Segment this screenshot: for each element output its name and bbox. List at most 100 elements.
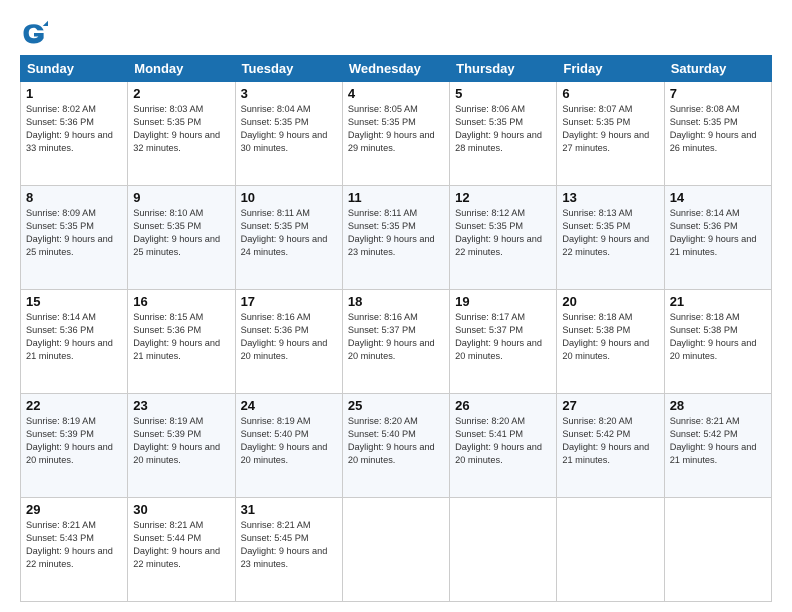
day-number: 13	[562, 190, 658, 205]
day-cell: 31 Sunrise: 8:21 AMSunset: 5:45 PMDayligh…	[235, 498, 342, 602]
day-cell: 18 Sunrise: 8:16 AMSunset: 5:37 PMDayligh…	[342, 290, 449, 394]
day-cell: 12 Sunrise: 8:12 AMSunset: 5:35 PMDayligh…	[450, 186, 557, 290]
week-row: 15 Sunrise: 8:14 AMSunset: 5:36 PMDayligh…	[21, 290, 772, 394]
day-info: Sunrise: 8:08 AMSunset: 5:35 PMDaylight:…	[670, 103, 766, 155]
day-number: 30	[133, 502, 229, 517]
day-info: Sunrise: 8:19 AMSunset: 5:39 PMDaylight:…	[133, 415, 229, 467]
day-number: 23	[133, 398, 229, 413]
day-number: 14	[670, 190, 766, 205]
week-row: 22 Sunrise: 8:19 AMSunset: 5:39 PMDayligh…	[21, 394, 772, 498]
day-cell: 10 Sunrise: 8:11 AMSunset: 5:35 PMDayligh…	[235, 186, 342, 290]
day-info: Sunrise: 8:21 AMSunset: 5:42 PMDaylight:…	[670, 415, 766, 467]
week-row: 1Sunrise: 8:02 AMSunset: 5:36 PMDaylight…	[21, 82, 772, 186]
day-number: 22	[26, 398, 122, 413]
day-number: 1	[26, 86, 122, 101]
day-number: 29	[26, 502, 122, 517]
day-cell	[557, 498, 664, 602]
day-number: 24	[241, 398, 337, 413]
day-info: Sunrise: 8:11 AMSunset: 5:35 PMDaylight:…	[241, 207, 337, 259]
day-cell	[450, 498, 557, 602]
day-number: 12	[455, 190, 551, 205]
day-info: Sunrise: 8:21 AMSunset: 5:44 PMDaylight:…	[133, 519, 229, 571]
day-cell	[664, 498, 771, 602]
day-number: 26	[455, 398, 551, 413]
day-cell: 17 Sunrise: 8:16 AMSunset: 5:36 PMDayligh…	[235, 290, 342, 394]
day-info: Sunrise: 8:14 AMSunset: 5:36 PMDaylight:…	[26, 311, 122, 363]
day-number: 18	[348, 294, 444, 309]
day-cell: 30 Sunrise: 8:21 AMSunset: 5:44 PMDayligh…	[128, 498, 235, 602]
day-number: 25	[348, 398, 444, 413]
day-number: 17	[241, 294, 337, 309]
day-number: 7	[670, 86, 766, 101]
logo-icon	[20, 19, 48, 47]
day-cell: 2 Sunrise: 8:03 AMSunset: 5:35 PMDaylight…	[128, 82, 235, 186]
page: SundayMondayTuesdayWednesdayThursdayFrid…	[0, 0, 792, 612]
day-info: Sunrise: 8:19 AMSunset: 5:39 PMDaylight:…	[26, 415, 122, 467]
header	[20, 15, 772, 47]
day-info: Sunrise: 8:19 AMSunset: 5:40 PMDaylight:…	[241, 415, 337, 467]
day-info: Sunrise: 8:11 AMSunset: 5:35 PMDaylight:…	[348, 207, 444, 259]
day-number: 6	[562, 86, 658, 101]
day-info: Sunrise: 8:14 AMSunset: 5:36 PMDaylight:…	[670, 207, 766, 259]
weekday-header: Tuesday	[235, 56, 342, 82]
week-row: 29 Sunrise: 8:21 AMSunset: 5:43 PMDayligh…	[21, 498, 772, 602]
day-cell: 23 Sunrise: 8:19 AMSunset: 5:39 PMDayligh…	[128, 394, 235, 498]
day-info: Sunrise: 8:07 AMSunset: 5:35 PMDaylight:…	[562, 103, 658, 155]
day-info: Sunrise: 8:03 AMSunset: 5:35 PMDaylight:…	[133, 103, 229, 155]
day-number: 10	[241, 190, 337, 205]
day-info: Sunrise: 8:10 AMSunset: 5:35 PMDaylight:…	[133, 207, 229, 259]
day-cell: 3Sunrise: 8:04 AMSunset: 5:35 PMDaylight…	[235, 82, 342, 186]
day-number: 5	[455, 86, 551, 101]
day-number: 15	[26, 294, 122, 309]
day-cell: 9 Sunrise: 8:10 AMSunset: 5:35 PMDaylight…	[128, 186, 235, 290]
day-cell: 5 Sunrise: 8:06 AMSunset: 5:35 PMDaylight…	[450, 82, 557, 186]
day-number: 9	[133, 190, 229, 205]
weekday-header: Friday	[557, 56, 664, 82]
logo	[20, 19, 54, 47]
day-number: 11	[348, 190, 444, 205]
day-info: Sunrise: 8:20 AMSunset: 5:42 PMDaylight:…	[562, 415, 658, 467]
day-number: 8	[26, 190, 122, 205]
day-cell: 7 Sunrise: 8:08 AMSunset: 5:35 PMDaylight…	[664, 82, 771, 186]
day-info: Sunrise: 8:16 AMSunset: 5:37 PMDaylight:…	[348, 311, 444, 363]
day-info: Sunrise: 8:21 AMSunset: 5:43 PMDaylight:…	[26, 519, 122, 571]
day-info: Sunrise: 8:06 AMSunset: 5:35 PMDaylight:…	[455, 103, 551, 155]
weekday-header: Saturday	[664, 56, 771, 82]
day-cell: 26Sunrise: 8:20 AMSunset: 5:41 PMDayligh…	[450, 394, 557, 498]
day-cell: 11 Sunrise: 8:11 AMSunset: 5:35 PMDayligh…	[342, 186, 449, 290]
day-number: 27	[562, 398, 658, 413]
day-info: Sunrise: 8:16 AMSunset: 5:36 PMDaylight:…	[241, 311, 337, 363]
day-cell: 21Sunrise: 8:18 AMSunset: 5:38 PMDayligh…	[664, 290, 771, 394]
day-number: 4	[348, 86, 444, 101]
day-cell: 6 Sunrise: 8:07 AMSunset: 5:35 PMDaylight…	[557, 82, 664, 186]
day-info: Sunrise: 8:12 AMSunset: 5:35 PMDaylight:…	[455, 207, 551, 259]
day-cell: 8 Sunrise: 8:09 AMSunset: 5:35 PMDaylight…	[21, 186, 128, 290]
weekday-header: Monday	[128, 56, 235, 82]
day-cell: 29 Sunrise: 8:21 AMSunset: 5:43 PMDayligh…	[21, 498, 128, 602]
day-cell: 4 Sunrise: 8:05 AMSunset: 5:35 PMDaylight…	[342, 82, 449, 186]
day-info: Sunrise: 8:18 AMSunset: 5:38 PMDaylight:…	[670, 311, 766, 363]
day-number: 2	[133, 86, 229, 101]
day-number: 31	[241, 502, 337, 517]
calendar: SundayMondayTuesdayWednesdayThursdayFrid…	[20, 55, 772, 602]
weekday-header: Wednesday	[342, 56, 449, 82]
day-cell: 16 Sunrise: 8:15 AMSunset: 5:36 PMDayligh…	[128, 290, 235, 394]
day-info: Sunrise: 8:04 AMSunset: 5:35 PMDaylight:…	[241, 103, 337, 155]
week-row: 8 Sunrise: 8:09 AMSunset: 5:35 PMDaylight…	[21, 186, 772, 290]
day-cell: 13Sunrise: 8:13 AMSunset: 5:35 PMDayligh…	[557, 186, 664, 290]
day-cell: 15 Sunrise: 8:14 AMSunset: 5:36 PMDayligh…	[21, 290, 128, 394]
day-cell: 1Sunrise: 8:02 AMSunset: 5:36 PMDaylight…	[21, 82, 128, 186]
day-info: Sunrise: 8:09 AMSunset: 5:35 PMDaylight:…	[26, 207, 122, 259]
day-cell: 22 Sunrise: 8:19 AMSunset: 5:39 PMDayligh…	[21, 394, 128, 498]
weekday-header-row: SundayMondayTuesdayWednesdayThursdayFrid…	[21, 56, 772, 82]
day-info: Sunrise: 8:20 AMSunset: 5:40 PMDaylight:…	[348, 415, 444, 467]
day-number: 19	[455, 294, 551, 309]
day-info: Sunrise: 8:05 AMSunset: 5:35 PMDaylight:…	[348, 103, 444, 155]
day-info: Sunrise: 8:17 AMSunset: 5:37 PMDaylight:…	[455, 311, 551, 363]
day-info: Sunrise: 8:18 AMSunset: 5:38 PMDaylight:…	[562, 311, 658, 363]
day-info: Sunrise: 8:21 AMSunset: 5:45 PMDaylight:…	[241, 519, 337, 571]
day-number: 16	[133, 294, 229, 309]
day-cell: 28Sunrise: 8:21 AMSunset: 5:42 PMDayligh…	[664, 394, 771, 498]
day-info: Sunrise: 8:15 AMSunset: 5:36 PMDaylight:…	[133, 311, 229, 363]
weekday-header: Thursday	[450, 56, 557, 82]
